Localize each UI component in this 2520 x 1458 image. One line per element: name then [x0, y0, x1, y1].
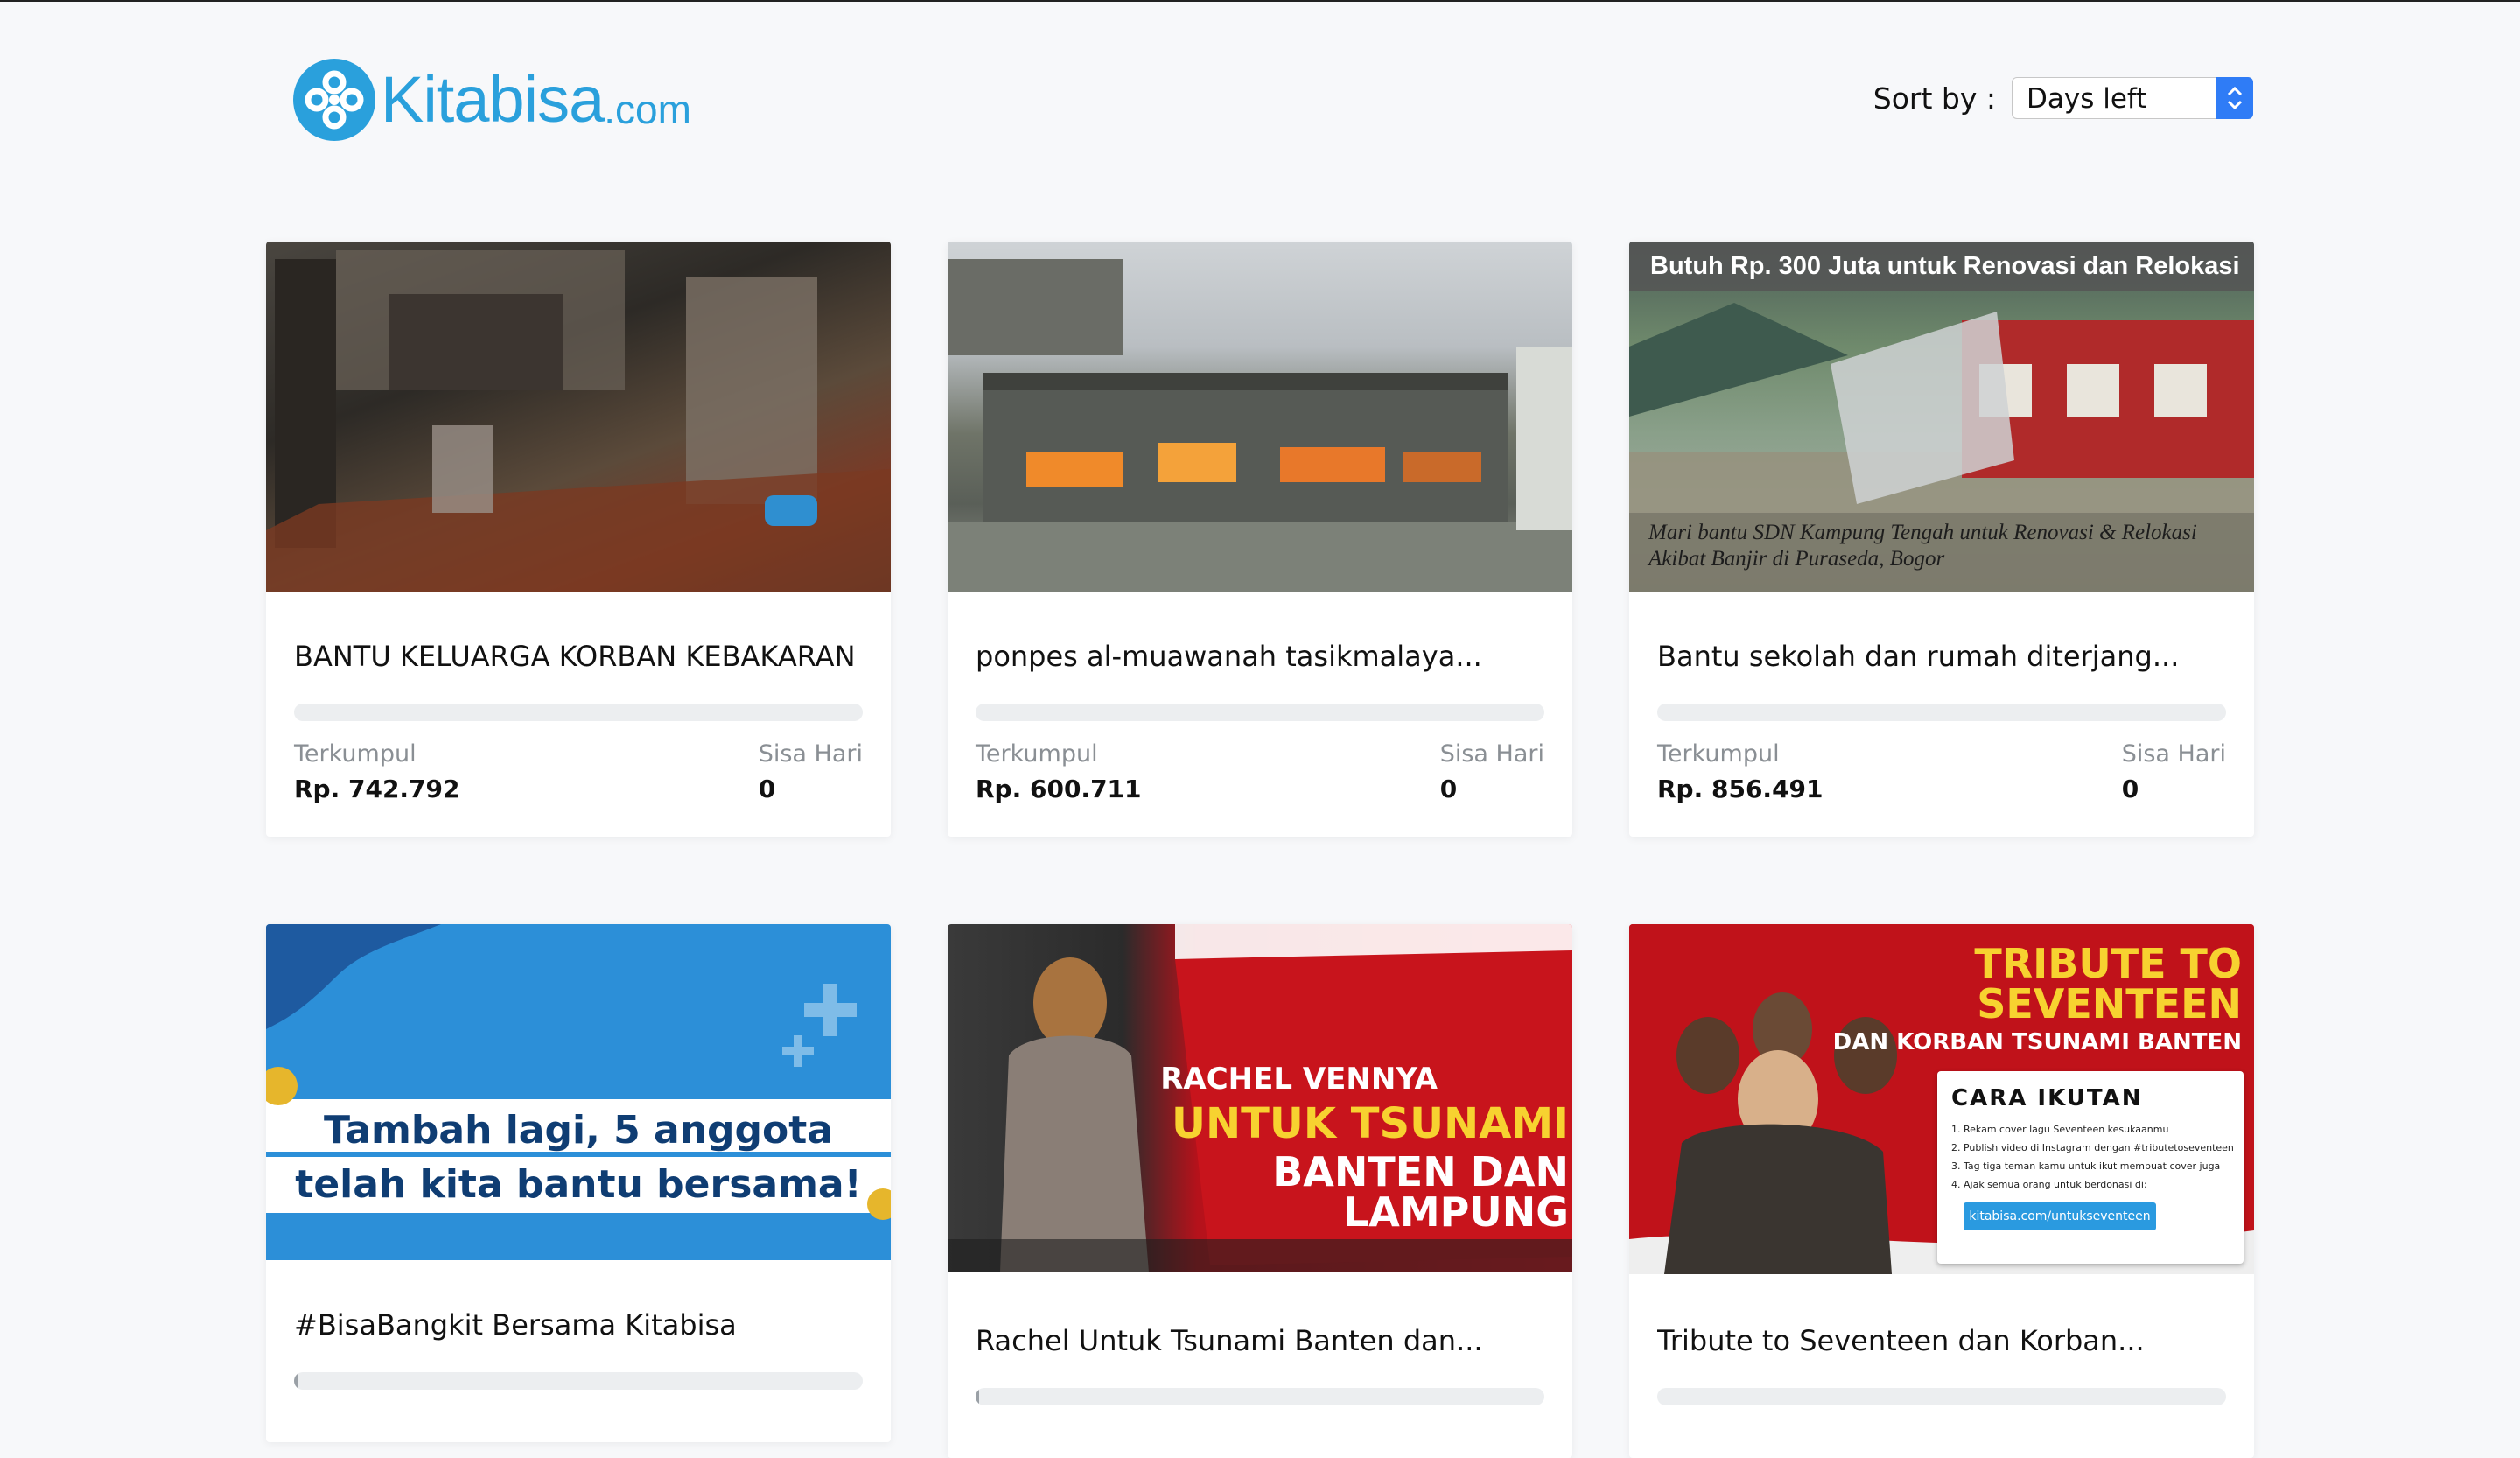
image-caption-line: Mari bantu SDN Kampung Tengah untuk Reno… [1648, 521, 2197, 544]
campaign-card[interactable]: RACHEL VENNYA UNTUK TSUNAMI BANTEN DAN L… [948, 924, 1572, 1458]
image-headline-line: UNTUK TSUNAMI [1171, 1099, 1569, 1148]
how-to-join-steps: 1. Rekam cover lagu Seventeen kesukaanmu… [1951, 1120, 2234, 1194]
logo-icon [293, 59, 375, 141]
how-to-join-step: 4. Ajak semua orang untuk berdonasi di: [1951, 1179, 2147, 1190]
campaign-image: Butuh Rp. 300 Juta untuk Renovasi dan Re… [1629, 242, 2254, 592]
progress-bar [294, 704, 863, 721]
image-headline-line: telah kita bantu bersama! [295, 1162, 862, 1207]
image-caption: Mari bantu SDN Kampung Tengah untuk Reno… [1648, 520, 2197, 572]
campaign-card[interactable]: ponpes al-muawanah tasikmalaya... Terkum… [948, 242, 1572, 837]
days-left-label: Sisa Hari [2121, 740, 2226, 768]
campaign-image: RACHEL VENNYA UNTUK TSUNAMI BANTEN DAN L… [948, 924, 1572, 1272]
collected-value: Rp. 856.491 [1657, 775, 1824, 803]
progress-bar [976, 704, 1544, 721]
how-to-join-step: 1. Rekam cover lagu Seventeen kesukaanmu [1951, 1124, 2169, 1135]
top-border [0, 0, 2520, 2]
how-to-join-step: 3. Tag tiga teman kamu untuk ikut membua… [1951, 1160, 2221, 1172]
days-left-value: 0 [758, 775, 776, 803]
progress-fill [294, 1372, 298, 1390]
progress-bar [976, 1388, 1544, 1405]
sort-control: Sort by : Days left [1873, 77, 2253, 119]
select-arrows-icon [2216, 77, 2253, 119]
how-to-join-step: 2. Publish video di Instagram dengan #tr… [1951, 1142, 2234, 1153]
campaign-stats: Terkumpul Rp. 856.491 Sisa Hari 0 [1657, 740, 2226, 803]
image-headline-line: TRIBUTE TO SEVENTEEN [1974, 940, 2242, 1027]
image-caption-line: Akibat Banjir di Puraseda, Bogor [1648, 547, 1945, 571]
logo-text: Kitabisa [381, 63, 605, 136]
sort-select[interactable]: Days left [2012, 77, 2253, 119]
campaign-title[interactable]: BANTU KELUARGA KORBAN KEBAKARAN [294, 637, 863, 676]
campaign-stats: Terkumpul Rp. 600.711 Sisa Hari 0 [976, 740, 1544, 803]
logo-suffix: .com [604, 87, 691, 132]
image-headline-line: RACHEL VENNYA [1160, 1062, 1438, 1097]
campaign-card[interactable]: Tambah lagi, 5 anggota telah kita bantu … [266, 924, 891, 1442]
collected-label: Terkumpul [976, 740, 1098, 768]
campaign-card[interactable]: TRIBUTE TO SEVENTEEN DAN KORBAN TSUNAMI … [1629, 924, 2254, 1458]
campaign-title[interactable]: #BisaBangkit Bersama Kitabisa [294, 1306, 863, 1344]
donation-link-badge: kitabisa.com/untukseventeen [1964, 1202, 2156, 1230]
image-banner-text: Butuh Rp. 300 Juta untuk Renovasi dan Re… [1650, 252, 2240, 280]
days-left-label: Sisa Hari [758, 740, 863, 768]
days-left-value: 0 [1439, 775, 1458, 803]
campaign-title[interactable]: Tribute to Seventeen dan Korban... [1657, 1321, 2226, 1360]
campaign-title[interactable]: Bantu sekolah dan rumah diterjang... [1657, 637, 2226, 676]
campaign-title[interactable]: Rachel Untuk Tsunami Banten dan... [976, 1321, 1544, 1360]
days-left-label: Sisa Hari [1439, 740, 1544, 768]
progress-bar [1657, 1388, 2226, 1405]
collected-value: Rp. 600.711 [976, 775, 1142, 803]
campaign-image [266, 242, 891, 592]
campaign-image: TRIBUTE TO SEVENTEEN DAN KORBAN TSUNAMI … [1629, 924, 2254, 1274]
how-to-join-title: CARA IKUTAN [1951, 1085, 2143, 1111]
image-headline: RACHEL VENNYA UNTUK TSUNAMI BANTEN DAN L… [1149, 1064, 1569, 1232]
campaign-card[interactable]: BANTU KELUARGA KORBAN KEBAKARAN Terkumpu… [266, 242, 891, 837]
image-headline-line: Tambah lagi, 5 anggota [324, 1108, 833, 1153]
image-headline-line: DAN KORBAN TSUNAMI BANTEN [1832, 1029, 2242, 1055]
progress-bar [1657, 704, 2226, 721]
collected-label: Terkumpul [294, 740, 416, 768]
sort-selected-value: Days left [2026, 83, 2147, 115]
campaign-card[interactable]: Butuh Rp. 300 Juta untuk Renovasi dan Re… [1629, 242, 2254, 837]
days-left-value: 0 [2121, 775, 2139, 803]
progress-bar [294, 1372, 863, 1390]
campaign-title[interactable]: ponpes al-muawanah tasikmalaya... [976, 637, 1544, 676]
campaign-stats: Terkumpul Rp. 742.792 Sisa Hari 0 [294, 740, 863, 803]
sort-label: Sort by : [1872, 81, 1996, 116]
page-header: Kitabisa .com Sort by : Days left [293, 58, 2253, 145]
kitabisa-logo[interactable]: Kitabisa .com [293, 58, 691, 142]
campaign-image [948, 242, 1572, 592]
collected-value: Rp. 742.792 [294, 775, 460, 803]
image-headline: Tambah lagi, 5 anggota telah kita bantu … [266, 1104, 891, 1212]
how-to-join-box: CARA IKUTAN 1. Rekam cover lagu Seventee… [1937, 1071, 2244, 1264]
image-headline-line: BANTEN DAN LAMPUNG [1272, 1148, 1569, 1236]
image-headline: TRIBUTE TO SEVENTEEN DAN KORBAN TSUNAMI … [1822, 943, 2242, 1054]
progress-fill [976, 1388, 979, 1405]
campaign-image: Tambah lagi, 5 anggota telah kita bantu … [266, 924, 891, 1260]
collected-label: Terkumpul [1657, 740, 1780, 768]
